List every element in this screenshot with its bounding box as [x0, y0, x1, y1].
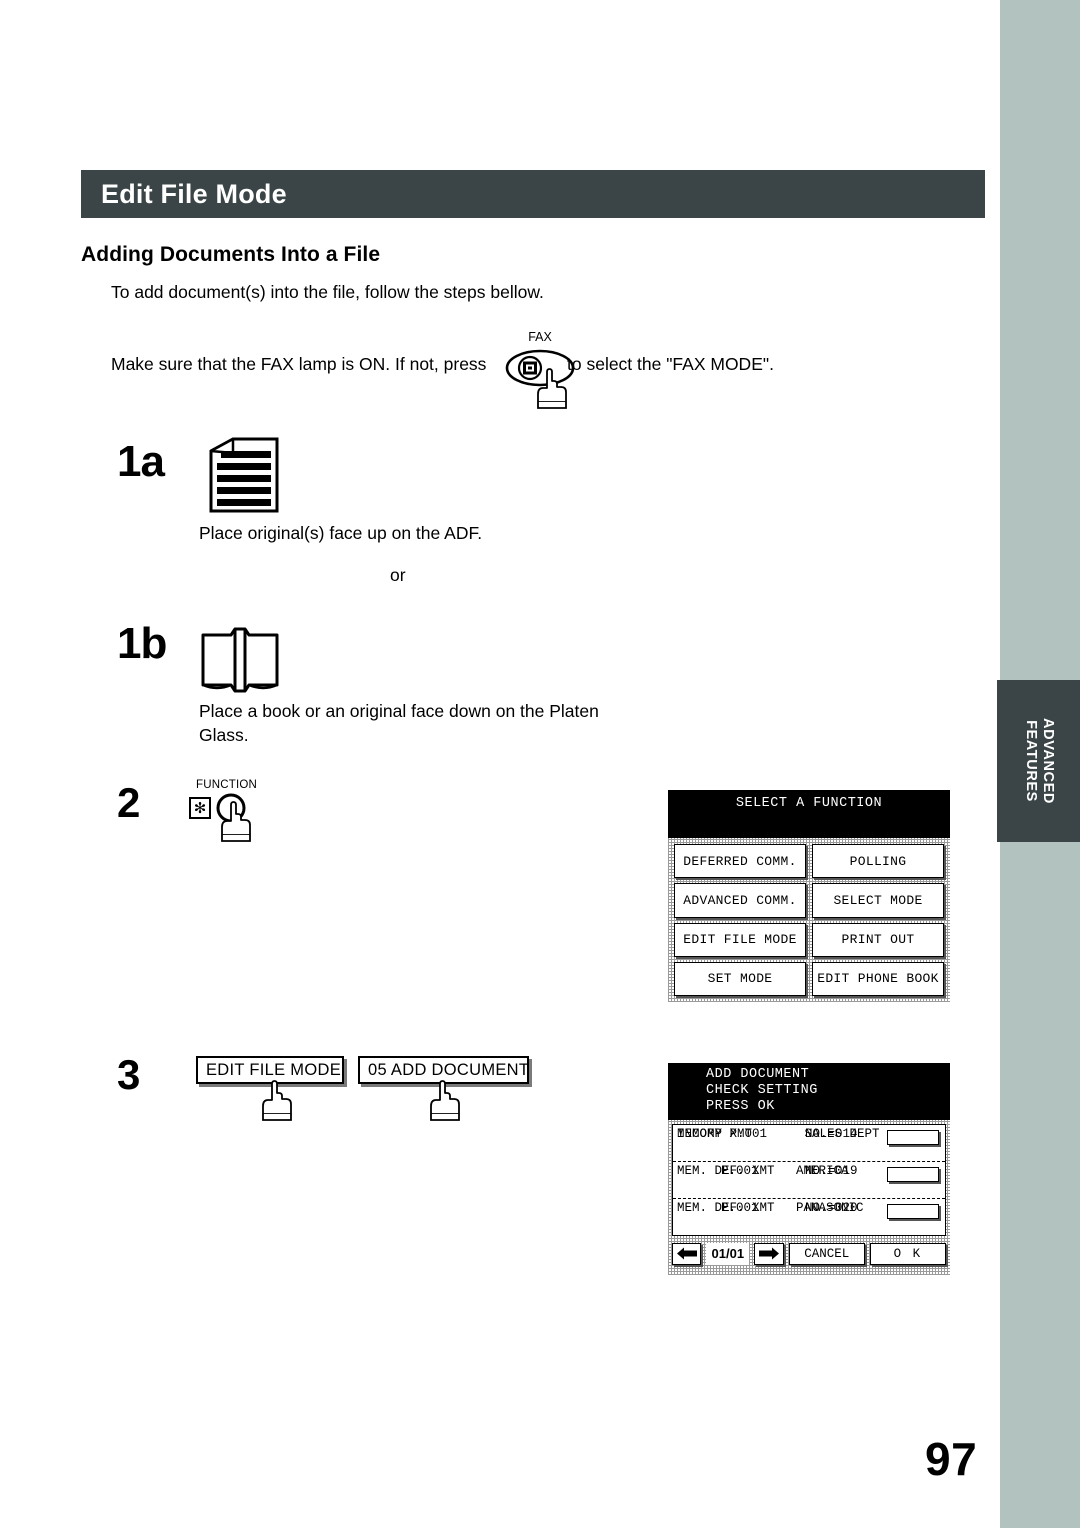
function-key-grid: DEFERRED COMM. POLLING ADVANCED COMM. SE…	[674, 844, 944, 996]
lcd-key-edit-phone-book[interactable]: EDIT PHONE BOOK	[812, 961, 944, 996]
step-number-1b: 1b	[117, 619, 167, 668]
lcd-header-add-document: ADD DOCUMENT CHECK SETTING PRESS OK	[668, 1063, 950, 1120]
lcd-toolbar: 01/01 CANCEL O K	[672, 1240, 946, 1267]
job-number: NO.=019	[805, 1164, 858, 1178]
page-title: Edit File Mode	[101, 179, 287, 209]
job-select-box[interactable]	[887, 1167, 939, 1182]
ok-button[interactable]: O K	[869, 1242, 946, 1265]
step-1b-caption: Place a book or an original face down on…	[199, 701, 599, 745]
pointing-hand-icon	[221, 801, 251, 842]
lcd-key-polling[interactable]: POLLING	[812, 844, 944, 879]
lcd-job-area: MEMORY XMT NO.=014 INCOMP P.001 SALES DE…	[668, 1120, 950, 1275]
page-indicator: 01/01	[706, 1242, 750, 1265]
lcd-header-select-function: SELECT A FUNCTION	[668, 790, 950, 838]
lcd-header-line-2: CHECK SETTING	[706, 1083, 818, 1098]
document-page-icon	[209, 437, 279, 513]
cancel-button[interactable]: CANCEL	[788, 1242, 865, 1265]
step-number-2: 2	[117, 779, 140, 826]
prev-page-button[interactable]	[672, 1242, 702, 1265]
lcd-keypad-area: DEFERRED COMM. POLLING ADVANCED COMM. SE…	[668, 838, 950, 1002]
lcd-header-line-3: PRESS OK	[706, 1099, 775, 1114]
page-number: 97	[925, 1433, 978, 1485]
job-mode: MEM. DEF. XMT	[677, 1201, 775, 1215]
left-arrow-icon	[676, 1247, 697, 1260]
intro-text-line-2: Make sure that the FAX lamp is ON. If no…	[111, 354, 487, 374]
svg-text:✻: ✻	[194, 799, 207, 817]
page-header-band: Edit File Mode	[81, 170, 985, 218]
step-number-3: 3	[117, 1051, 140, 1098]
intro-text-line-2b: to select the "FAX MODE".	[567, 354, 774, 374]
section-tab-line1: ADVANCED	[1039, 718, 1056, 804]
fax-key-label: FAX	[528, 330, 552, 344]
lcd-key-advanced-comm[interactable]: ADVANCED COMM.	[674, 883, 806, 918]
job-mode: MEMORY XMT	[677, 1127, 753, 1141]
job-number: NO.=020	[805, 1201, 858, 1215]
lcd-key-deferred-comm[interactable]: DEFERRED COMM.	[674, 844, 806, 879]
lcd-key-set-mode[interactable]: SET MODE	[674, 961, 806, 996]
intro-text-line-1: To add document(s) into the file, follow…	[111, 282, 544, 302]
section-tab-label: ADVANCED FEATURES	[1022, 718, 1056, 804]
pointing-hand-icon	[262, 1080, 292, 1121]
lcd-select-a-function: SELECT A FUNCTION DEFERRED COMM. POLLING…	[668, 790, 950, 1002]
next-page-button[interactable]	[754, 1242, 784, 1265]
section-subheading: Adding Documents Into a File	[81, 243, 381, 266]
lcd-key-print-out[interactable]: PRINT OUT	[812, 922, 944, 957]
job-select-box[interactable]	[887, 1204, 939, 1219]
job-select-box[interactable]	[887, 1130, 939, 1145]
table-row[interactable]: MEM. DEF. XMT NO.=020 P.001 PANASONIC	[673, 1199, 945, 1236]
right-arrow-icon	[758, 1247, 779, 1260]
step-1a-caption: Place original(s) face up on the ADF.	[199, 523, 483, 543]
lcd-header-line-1: ADD DOCUMENT	[706, 1067, 810, 1082]
table-row[interactable]: MEMORY XMT NO.=014 INCOMP P.001 SALES DE…	[673, 1125, 945, 1162]
step-number-1a: 1a	[117, 437, 165, 486]
table-row[interactable]: MEM. DEF. XMT NO.=019 P.001 AMERICA	[673, 1162, 945, 1199]
open-book-icon	[201, 627, 279, 693]
lcd-key-edit-file-mode[interactable]: EDIT FILE MODE	[674, 922, 806, 957]
section-tab-line2: FEATURES	[1022, 720, 1039, 802]
lcd-add-document: ADD DOCUMENT CHECK SETTING PRESS OK MEMO…	[668, 1063, 950, 1275]
lcd-key-select-mode[interactable]: SELECT MODE	[812, 883, 944, 918]
section-tab-advanced-features: ADVANCED FEATURES	[997, 680, 1080, 842]
pointing-hand-icon	[430, 1080, 460, 1121]
step-or-separator: or	[390, 565, 406, 585]
job-list: MEMORY XMT NO.=014 INCOMP P.001 SALES DE…	[672, 1124, 946, 1236]
job-mode: MEM. DEF. XMT	[677, 1164, 775, 1178]
job-number: NO.=014	[805, 1127, 858, 1141]
